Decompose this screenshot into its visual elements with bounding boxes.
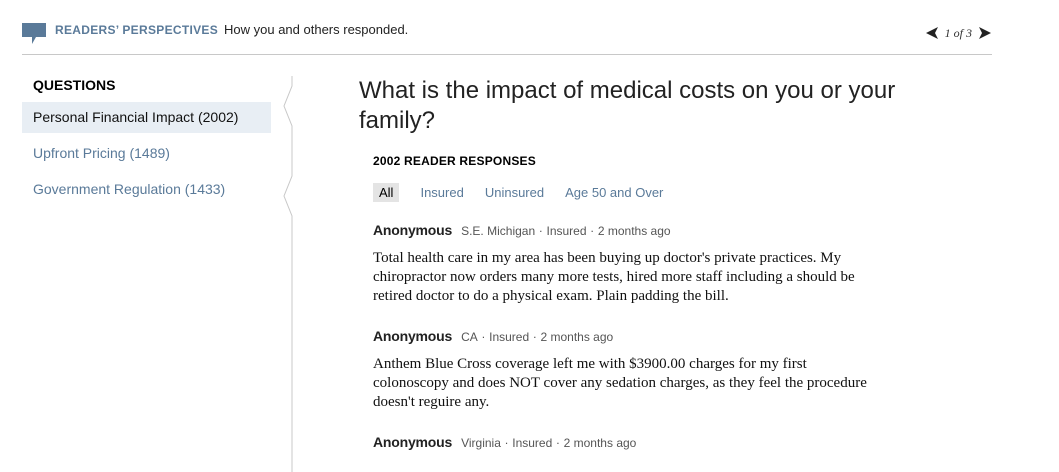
response-time: 2 months ago bbox=[597, 224, 671, 238]
response-time: 2 months ago bbox=[540, 330, 614, 344]
triangle-left-icon[interactable] bbox=[925, 26, 939, 40]
response-author: Anonymous bbox=[373, 328, 453, 344]
responses-count: 2002 READER RESPONSES bbox=[373, 154, 536, 168]
response-body: Total health care in my area has been bu… bbox=[373, 250, 855, 304]
questions-heading: QUESTIONS bbox=[33, 77, 116, 93]
header-subtitle: How you and others responded. bbox=[224, 22, 409, 37]
pager: 1 of 3 bbox=[925, 23, 992, 43]
response-meta: Anonymous CA . Insured . 2 months ago bbox=[373, 327, 899, 344]
filter-uninsured[interactable]: Uninsured bbox=[485, 185, 544, 200]
pager-text: 1 of 3 bbox=[944, 25, 972, 40]
responses-block: 2002 READER RESPONSES All Insured Uninsu… bbox=[373, 154, 899, 450]
response-author: Anonymous bbox=[373, 222, 453, 238]
meta-separator: . bbox=[533, 327, 537, 341]
meta-separator: . bbox=[481, 327, 486, 341]
triangle-right-icon[interactable] bbox=[978, 26, 992, 40]
meta-separator: . bbox=[504, 433, 509, 447]
response-location: S.E. Michigan bbox=[461, 224, 536, 238]
response-status: Insured bbox=[546, 224, 587, 238]
response-location: Virginia bbox=[461, 436, 501, 450]
page: READERS’ PERSPECTIVES How you and others… bbox=[0, 0, 1059, 472]
filter-age-50-and-over[interactable]: Age 50 and Over bbox=[565, 185, 663, 200]
response-time: 2 months ago bbox=[563, 436, 637, 450]
response-meta: Anonymous Virginia . Insured . 2 months … bbox=[373, 433, 899, 450]
question-item-government-regulation[interactable]: Government Regulation (1433) bbox=[22, 174, 271, 205]
brand-label: READERS’ PERSPECTIVES bbox=[55, 23, 219, 37]
speech-bubble-icon bbox=[22, 23, 46, 44]
question-title: What is the impact of medical costs on y… bbox=[359, 77, 896, 134]
meta-separator: . bbox=[556, 433, 560, 447]
meta-separator: . bbox=[590, 221, 594, 235]
questions-nav: QUESTIONS Personal Financial Impact (200… bbox=[22, 74, 271, 210]
question-item-personal-financial-impact[interactable]: Personal Financial Impact (2002) bbox=[22, 102, 271, 133]
column-divider bbox=[283, 76, 293, 472]
response-author: Anonymous bbox=[373, 434, 453, 450]
response-meta: Anonymous S.E. Michigan . Insured . 2 mo… bbox=[373, 221, 899, 238]
response-item: Anonymous Virginia . Insured . 2 months … bbox=[373, 433, 899, 450]
filter-insured[interactable]: Insured bbox=[420, 185, 463, 200]
question-item-upfront-pricing[interactable]: Upfront Pricing (1489) bbox=[22, 138, 271, 169]
main-content: What is the impact of medical costs on y… bbox=[359, 76, 899, 461]
response-item: Anonymous CA . Insured . 2 months ago An… bbox=[373, 327, 899, 412]
filter-all[interactable]: All bbox=[373, 182, 400, 202]
readers-perspectives-header: READERS’ PERSPECTIVES How you and others… bbox=[22, 18, 992, 55]
response-filters: All Insured Uninsured Age 50 and Over bbox=[373, 182, 899, 202]
response-body: Anthem Blue Cross coverage left me with … bbox=[373, 356, 867, 410]
response-item: Anonymous S.E. Michigan . Insured . 2 mo… bbox=[373, 221, 899, 306]
response-location: CA bbox=[461, 330, 478, 344]
meta-separator: . bbox=[539, 221, 543, 235]
response-status: Insured bbox=[489, 330, 530, 344]
response-status: Insured bbox=[512, 436, 553, 450]
